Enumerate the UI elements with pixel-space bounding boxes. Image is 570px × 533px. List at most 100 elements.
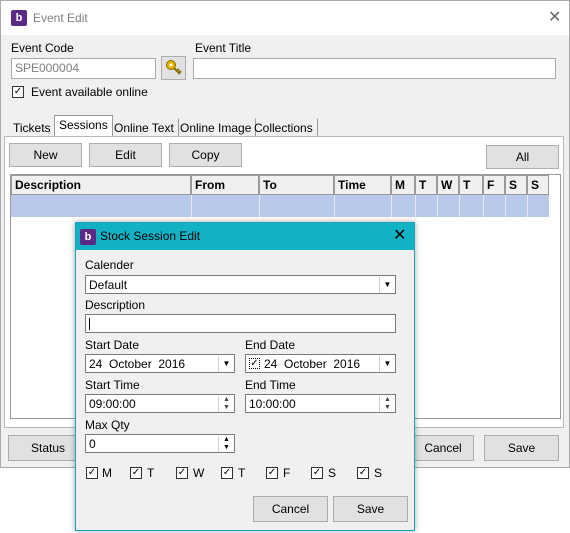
day-label-wed: W bbox=[193, 466, 205, 480]
checkmark-icon: ✓ bbox=[267, 467, 277, 478]
day-label-tue: T bbox=[147, 466, 155, 480]
online-checkbox-label: Event available online bbox=[31, 85, 148, 99]
end-date-label: End Date bbox=[245, 338, 296, 352]
window-title: Event Edit bbox=[33, 11, 88, 25]
key-button[interactable] bbox=[161, 56, 186, 80]
dialog-save-button[interactable]: Save bbox=[333, 496, 408, 522]
checkmark-icon: ✓ bbox=[87, 467, 97, 478]
column-header-time[interactable]: Time bbox=[334, 175, 391, 195]
cell-divider bbox=[527, 195, 528, 217]
column-header-wed[interactable]: W bbox=[437, 175, 459, 195]
dropdown-arrow-icon[interactable]: ▼ bbox=[379, 277, 395, 293]
start-date-label: Start Date bbox=[85, 338, 140, 352]
column-header-fri[interactable]: F bbox=[483, 175, 505, 195]
column-header-to[interactable]: To bbox=[259, 175, 334, 195]
main-save-button[interactable]: Save bbox=[484, 435, 559, 461]
day-checkbox-fri[interactable]: ✓ bbox=[266, 467, 278, 479]
cell-divider bbox=[505, 195, 506, 217]
cell-divider bbox=[391, 195, 392, 217]
start-date-picker[interactable]: 24 October 2016 ▼ bbox=[85, 354, 235, 373]
end-date-value: 24 October 2016 bbox=[264, 357, 361, 371]
tab-online-image[interactable]: Online Image bbox=[175, 118, 257, 138]
dialog-title: Stock Session Edit bbox=[100, 229, 201, 243]
max-qty-stepper[interactable]: 0 ▲ ▼ bbox=[85, 434, 235, 453]
copy-button[interactable]: Copy bbox=[169, 143, 242, 167]
column-header-description[interactable]: Description bbox=[11, 175, 191, 195]
column-header-thu[interactable]: T bbox=[459, 175, 483, 195]
day-checkbox-sat[interactable]: ✓ bbox=[311, 467, 323, 479]
tab-sessions[interactable]: Sessions bbox=[54, 115, 113, 137]
start-time-input[interactable]: 09:00:00 ▲ ▼ bbox=[85, 394, 235, 413]
spin-arrows-icon[interactable]: ▲ ▼ bbox=[218, 436, 234, 452]
column-header-tue[interactable]: T bbox=[415, 175, 437, 195]
event-code-value: SPE000004 bbox=[15, 61, 80, 75]
event-title-field[interactable] bbox=[193, 58, 556, 79]
end-date-picker[interactable]: ✓ 24 October 2016 ▼ bbox=[245, 354, 396, 373]
calender-label: Calender bbox=[85, 258, 134, 272]
checkmark-icon: ✓ bbox=[312, 467, 322, 478]
max-qty-label: Max Qty bbox=[85, 418, 130, 432]
table-row[interactable] bbox=[11, 195, 549, 217]
text-cursor bbox=[89, 318, 90, 330]
cell-divider bbox=[259, 195, 260, 217]
day-checkbox-tue[interactable]: ✓ bbox=[130, 467, 142, 479]
checkmark-icon: ✓ bbox=[222, 467, 232, 478]
description-label: Description bbox=[85, 298, 146, 312]
cell-divider bbox=[437, 195, 438, 217]
main-cancel-button[interactable]: Cancel bbox=[412, 435, 474, 461]
start-date-value: 24 October 2016 bbox=[89, 357, 186, 371]
dropdown-arrow-icon[interactable]: ▼ bbox=[379, 356, 395, 372]
app-icon: b bbox=[11, 10, 27, 26]
title-bar: b Event Edit ✕ bbox=[1, 1, 569, 35]
max-qty-value: 0 bbox=[89, 437, 96, 451]
start-time-label: Start Time bbox=[85, 378, 140, 392]
description-input[interactable] bbox=[85, 314, 396, 333]
dialog-cancel-button[interactable]: Cancel bbox=[253, 496, 328, 522]
event-code-label: Event Code bbox=[11, 41, 74, 55]
day-label-thu: T bbox=[238, 466, 246, 480]
checkmark-icon: ✓ bbox=[358, 467, 368, 478]
day-checkbox-mon[interactable]: ✓ bbox=[86, 467, 98, 479]
cell-divider bbox=[334, 195, 335, 217]
close-icon[interactable]: ✕ bbox=[548, 10, 561, 26]
dropdown-arrow-icon[interactable]: ▼ bbox=[218, 356, 234, 372]
day-checkbox-thu[interactable]: ✓ bbox=[221, 467, 233, 479]
all-button[interactable]: All bbox=[486, 145, 559, 169]
cell-divider bbox=[415, 195, 416, 217]
tab-collections[interactable]: Collections bbox=[249, 118, 318, 138]
day-checkbox-wed[interactable]: ✓ bbox=[176, 467, 188, 479]
column-header-sat[interactable]: S bbox=[505, 175, 527, 195]
day-label-sun: S bbox=[374, 466, 383, 480]
stock-session-edit-dialog: b Stock Session Edit ✕ Calender Default … bbox=[75, 222, 415, 531]
spin-arrows-icon[interactable]: ▲ ▼ bbox=[379, 396, 395, 412]
tab-online-text[interactable]: Online Text bbox=[109, 118, 179, 138]
calender-value: Default bbox=[89, 278, 128, 292]
event-title-value bbox=[194, 59, 555, 63]
new-button[interactable]: New bbox=[9, 143, 82, 167]
calender-select[interactable]: Default ▼ bbox=[85, 275, 396, 294]
online-checkbox[interactable]: ✓ bbox=[12, 86, 24, 98]
column-header-sun[interactable]: S bbox=[527, 175, 549, 195]
checkmark-icon: ✓ bbox=[250, 358, 259, 369]
day-checkbox-sun[interactable]: ✓ bbox=[357, 467, 369, 479]
column-header-mon[interactable]: M bbox=[391, 175, 415, 195]
checkmark-icon: ✓ bbox=[177, 467, 187, 478]
end-date-checkbox[interactable]: ✓ bbox=[249, 358, 260, 369]
dialog-title-bar: b Stock Session Edit ✕ bbox=[76, 223, 414, 250]
description-value bbox=[90, 315, 96, 319]
day-label-mon: M bbox=[102, 466, 112, 480]
key-icon bbox=[165, 60, 182, 75]
event-title-label: Event Title bbox=[195, 41, 252, 55]
cell-divider bbox=[483, 195, 484, 217]
edit-button[interactable]: Edit bbox=[89, 143, 162, 167]
cell-divider bbox=[191, 195, 192, 217]
event-code-field[interactable]: SPE000004 bbox=[11, 58, 156, 79]
tab-tickets[interactable]: Tickets bbox=[8, 118, 56, 138]
spin-arrows-icon[interactable]: ▲ ▼ bbox=[218, 396, 234, 412]
column-header-from[interactable]: From bbox=[191, 175, 259, 195]
day-label-fri: F bbox=[283, 466, 291, 480]
dialog-close-icon[interactable]: ✕ bbox=[393, 228, 406, 244]
end-time-label: End Time bbox=[245, 378, 296, 392]
end-time-input[interactable]: 10:00:00 ▲ ▼ bbox=[245, 394, 396, 413]
end-time-value: 10:00:00 bbox=[249, 397, 296, 411]
